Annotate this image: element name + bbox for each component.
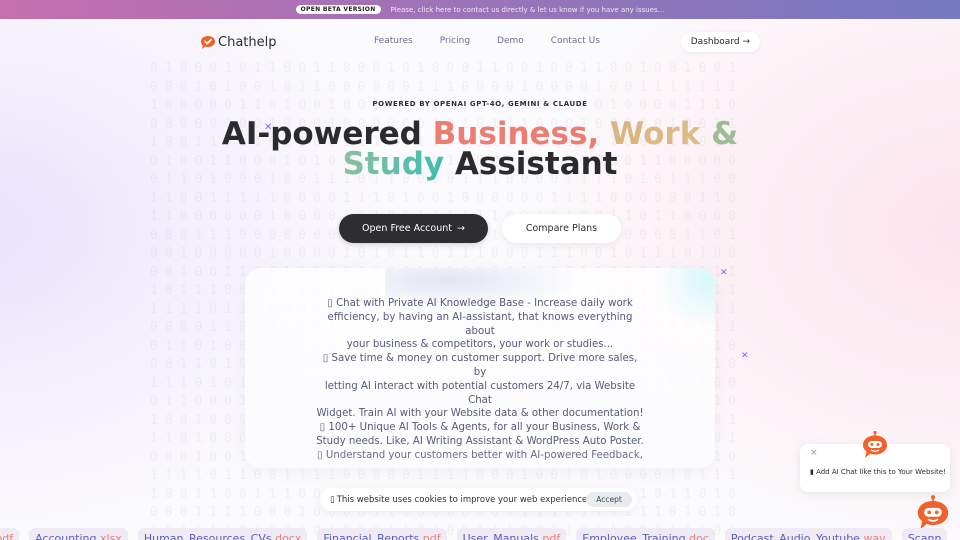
compare-plans-button[interactable]: Compare Plans — [502, 214, 621, 243]
file-chip-name: Employee_Training — [582, 532, 686, 540]
powered-by-label: POWERED BY OPENAI GPT-4O, GEMINI & CLAUD… — [372, 100, 588, 108]
hero-headline: AI-powered Business, Work & Study Assist… — [0, 118, 960, 180]
nav-link-contact-us[interactable]: Contact Us — [551, 36, 600, 46]
accept-cookies-button[interactable]: Accept — [586, 492, 632, 507]
file-chip-extension: .pdf — [0, 532, 14, 540]
announcement-message[interactable]: Please, click here to contact us directl… — [391, 6, 665, 14]
headline-ampersand: & — [700, 116, 739, 152]
feature-line: ▯ Save time & money on customer support.… — [322, 353, 638, 378]
cookie-icon: ▯ — [330, 494, 335, 505]
features-card: ▯ Chat with Private AI Knowledge Base - … — [245, 268, 715, 468]
feature-line: letting AI interact with potential custo… — [324, 380, 636, 406]
file-chip-name: Podcast_Audio_Youtube — [730, 532, 860, 540]
open-free-account-button[interactable]: Open Free Account → — [339, 214, 488, 243]
compare-plans-label: Compare Plans — [525, 223, 598, 234]
feature-line: your business & competitors, your work o… — [346, 339, 614, 351]
file-chip: Human_Resources_CVs.docx — [137, 528, 308, 540]
file-chip: Employee_Training.doc — [576, 528, 715, 540]
file-chip-extension: .doc — [685, 532, 709, 540]
feature-line: ▯ Understand your customers better with … — [317, 449, 643, 461]
file-chip: Accounting.xlsx — [29, 528, 128, 540]
file-chip-name: Financial_Reports — [323, 532, 420, 540]
feature-line: efficiency, by having an AI-assistant, t… — [327, 311, 633, 337]
robot-chat-launcher-icon[interactable] — [915, 494, 951, 532]
sparkle-icon: ✕ — [720, 268, 728, 278]
file-types-strip: s.pdf Accounting.xlsx Human_Resources_CVs.… — [0, 528, 948, 540]
robot-chat-icon[interactable] — [861, 430, 889, 460]
dashboard-button[interactable]: Dashboard → — [680, 32, 760, 52]
file-chip-extension: .wav — [859, 532, 886, 540]
file-chip-name: Scann — [907, 532, 942, 540]
brand-name: Chathelp — [218, 34, 277, 50]
open-free-account-label: Open Free Account — [362, 223, 452, 234]
arrow-right-icon: → — [742, 37, 750, 47]
headline-assistant: Assistant — [444, 146, 618, 182]
nav-link-demo[interactable]: Demo — [497, 36, 524, 46]
file-chip: User_Manuals.pdf — [456, 528, 567, 540]
feature-line: Widget. Train AI with your Website data … — [316, 408, 644, 420]
file-chip-extension: .pdf — [419, 532, 441, 540]
sparkle-icon: ✕ — [741, 351, 749, 361]
nav-link-pricing[interactable]: Pricing — [440, 36, 470, 46]
file-chip-extension: .xlsx — [96, 532, 122, 540]
feature-line: Study needs. Like, AI Writing Assistant … — [316, 435, 644, 447]
file-chip-name: Accounting — [35, 532, 97, 540]
main-navigation: Chathelp Features Pricing Demo Contact U… — [200, 30, 760, 54]
chat-check-logo-icon — [201, 35, 215, 49]
file-chip-extension: .docx — [271, 532, 302, 540]
nav-link-features[interactable]: Features — [374, 36, 413, 46]
file-chip: Podcast_Audio_Youtube.wav — [724, 528, 892, 540]
file-chip-extension: .pdf — [538, 532, 561, 540]
dashboard-label: Dashboard — [690, 37, 740, 47]
brand-logo[interactable]: Chathelp — [200, 35, 276, 50]
headline-study: Study — [342, 146, 445, 182]
arrow-right-icon: → — [456, 223, 465, 234]
file-chip-name: Human_Resources_CVs — [143, 532, 272, 540]
sparkle-icon: ✕ — [264, 122, 273, 133]
file-chip: Scann — [901, 528, 948, 540]
beta-announcement-bar[interactable]: OPEN BETA VERSION Please, click here to … — [0, 0, 960, 19]
chat-widget-message: ▮ Add AI Chat like this to Your Website! — [810, 468, 946, 476]
features-text: ▯ Chat with Private AI Knowledge Base - … — [315, 297, 645, 468]
cookie-consent-bar: ▯ This website uses cookies to improve y… — [320, 488, 637, 511]
beta-badge: OPEN BETA VERSION — [295, 5, 381, 14]
file-chip: Financial_Reports.pdf — [317, 528, 447, 540]
nav-links: Features Pricing Demo Contact Us — [374, 36, 600, 46]
file-chip-name: User_Manuals — [462, 532, 539, 540]
card-sheen — [655, 268, 715, 328]
file-chip: s.pdf — [0, 528, 20, 540]
feature-line: ▯ 100+ Unique AI Tools & Agents, for all… — [319, 422, 641, 434]
feature-line: ▯ Chat with Private AI Knowledge Base - … — [327, 298, 633, 309]
close-icon[interactable]: × — [810, 448, 818, 458]
cookie-message: This website uses cookies to improve you… — [336, 494, 590, 505]
